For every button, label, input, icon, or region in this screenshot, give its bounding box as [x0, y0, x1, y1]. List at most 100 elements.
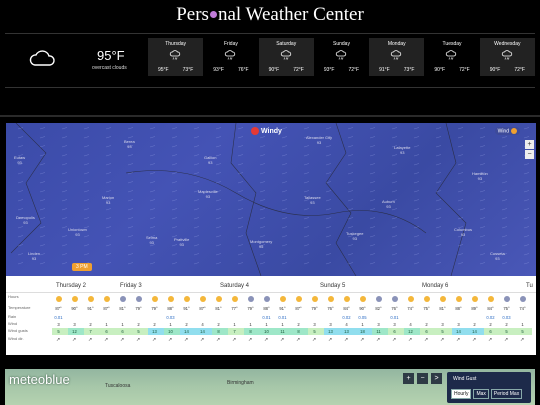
- next-button[interactable]: >: [431, 373, 442, 384]
- rain-cloud-icon: [335, 49, 347, 63]
- map-city-temp: 93: [386, 204, 391, 209]
- map-city[interactable]: Marion 93: [102, 195, 114, 205]
- windy-logo-text: Windy: [261, 127, 282, 135]
- map-city[interactable]: Berea 93: [124, 139, 135, 149]
- wind-dir-arrow-icon: ↗: [216, 337, 221, 343]
- wind-dir-arrow-icon: ↗: [104, 337, 109, 343]
- wind-dir-arrow-icon: ↗: [72, 337, 77, 343]
- wind-dir-arrow-icon: ↗: [344, 337, 349, 343]
- gusts-cell: 18: [360, 329, 365, 334]
- temps-cell: 75°: [423, 306, 430, 311]
- wind-dir-arrow-icon: ↗: [440, 337, 445, 343]
- temps-cell: 81°: [119, 306, 126, 311]
- temps-cell: 82°: [375, 306, 382, 311]
- max-button[interactable]: Max: [473, 389, 489, 399]
- map-city[interactable]: Maplesville 93: [198, 189, 218, 199]
- rain-cell: 0.05: [358, 315, 367, 320]
- map-city-temp: 93: [477, 176, 483, 181]
- windy-logo[interactable]: Windy: [251, 127, 282, 135]
- gusts-cell: 5: [57, 329, 60, 334]
- wind-cell: 1: [233, 322, 236, 327]
- sun-icon: [232, 296, 238, 302]
- forecast-day-name: Saturday: [276, 41, 297, 47]
- moon-icon: [504, 296, 510, 302]
- forecast-table-day[interactable]: Friday 3: [120, 283, 142, 289]
- map-city[interactable]: Tallassee 93: [304, 195, 321, 205]
- temps-cell: 88°: [263, 306, 270, 311]
- map-city[interactable]: Alexander City 93: [306, 135, 332, 145]
- meteoblue-map[interactable]: meteoblue Tuscaloosa Birmingham + − > Wi…: [5, 369, 535, 405]
- map-city-temp: 93: [149, 240, 154, 245]
- map-city-temp: 93: [352, 236, 357, 241]
- map-city[interactable]: Gallion 93: [204, 155, 216, 165]
- forecast-day: Tuesday 90°F 72°F: [424, 38, 479, 76]
- time-marker[interactable]: 3 PM: [72, 263, 92, 271]
- temps-cell: 79°: [135, 306, 142, 311]
- temps-cell: 88°: [167, 306, 174, 311]
- temps-cell: 89°: [471, 306, 478, 311]
- forecast-days: Thursday 95°F 73°F Friday 93°F 76°F Saturday 90…: [148, 38, 535, 84]
- map-city[interactable]: Prattville 93: [174, 237, 189, 247]
- forecast-table-day[interactable]: Saturday 4: [220, 283, 249, 289]
- wind-cell: 1: [281, 322, 284, 327]
- wind-dir-arrow-icon: ↗: [296, 337, 301, 343]
- temps-cell: 79°: [151, 306, 158, 311]
- forecast-table-day[interactable]: Sunday 5: [320, 283, 345, 289]
- forecast-table-day[interactable]: Thursday 2: [56, 283, 86, 289]
- wind-dir-arrow-icon: ↗: [232, 337, 237, 343]
- map-city[interactable]: Lafayette 93: [394, 145, 410, 155]
- period-max-button[interactable]: Period Max: [490, 389, 523, 399]
- forecast-table-day[interactable]: Monday 6: [422, 283, 448, 289]
- map-city[interactable]: Tuskegee 93: [346, 231, 363, 241]
- map-city-temp: 93: [310, 200, 315, 205]
- windy-map[interactable]: Alexander City 93 Lafayette 93 Berea 93 Gallio…: [6, 123, 536, 355]
- sun-icon: [472, 296, 478, 302]
- map-city[interactable]: Hamilton 93: [472, 171, 488, 181]
- zoom-out-button[interactable]: −: [417, 373, 428, 384]
- map-city[interactable]: Montgomery 95: [250, 239, 272, 249]
- gusts-cell: 6: [105, 329, 108, 334]
- map-city[interactable]: Cusseta 93: [490, 251, 505, 261]
- forecast-table-day[interactable]: Tu: [526, 283, 533, 289]
- layer-selector[interactable]: Wind: [494, 127, 520, 136]
- rain-cloud-icon: [169, 49, 181, 63]
- map-city[interactable]: Demopolis 93: [16, 215, 35, 225]
- wind-cell: 2: [185, 322, 188, 327]
- map-city[interactable]: Uniontown 93: [68, 227, 87, 237]
- temps-cell: 74°: [519, 306, 526, 311]
- map-city[interactable]: Selma 93: [146, 235, 157, 245]
- wind-cell: 3: [313, 322, 316, 327]
- sun-icon: [296, 296, 302, 302]
- day-header-row: Thursday 2 Friday 3 Saturday 4 Sunday 5 Mond…: [6, 282, 536, 293]
- rain-cell: 0.03: [166, 315, 175, 320]
- wind-cell: 3: [329, 322, 332, 327]
- forecast-low: 76°F: [237, 67, 249, 73]
- map-city[interactable]: Columbus 93: [454, 227, 472, 237]
- zoom-in-button[interactable]: +: [525, 140, 534, 149]
- map-city[interactable]: Linden 93: [28, 251, 40, 261]
- moon-icon: [392, 296, 398, 302]
- hourly-button[interactable]: Hourly: [451, 389, 472, 399]
- gusts-cell: 7: [89, 329, 92, 334]
- temps-cell: 87°: [103, 306, 110, 311]
- wind-cell: 2: [297, 322, 300, 327]
- map-city[interactable]: Eutaw 93: [14, 155, 25, 165]
- temps-cell: 90°: [71, 306, 78, 311]
- zoom-out-button[interactable]: −: [525, 150, 534, 159]
- wind-cell: 2: [217, 322, 220, 327]
- sun-icon: [56, 296, 62, 302]
- forecast-low: 72°F: [459, 67, 470, 73]
- wind-dir-arrow-icon: ↗: [136, 337, 141, 343]
- windy-logo-icon: [251, 127, 259, 135]
- forecast-day: Wednesday 90°F 72°F: [479, 38, 535, 76]
- zoom-in-button[interactable]: +: [403, 373, 414, 384]
- wind-cell: 3: [393, 322, 396, 327]
- temps-cell: 79°: [311, 306, 318, 311]
- forecast-high: 91°F: [379, 67, 390, 73]
- map-city-temp: 93: [205, 194, 211, 199]
- temps-cell: 87°: [55, 306, 62, 311]
- row-label: Wind gusts: [8, 328, 28, 333]
- sun-icon: [344, 296, 350, 302]
- forecast-day: Thursday 95°F 73°F: [148, 38, 204, 76]
- map-city[interactable]: Auburn 93: [382, 199, 395, 209]
